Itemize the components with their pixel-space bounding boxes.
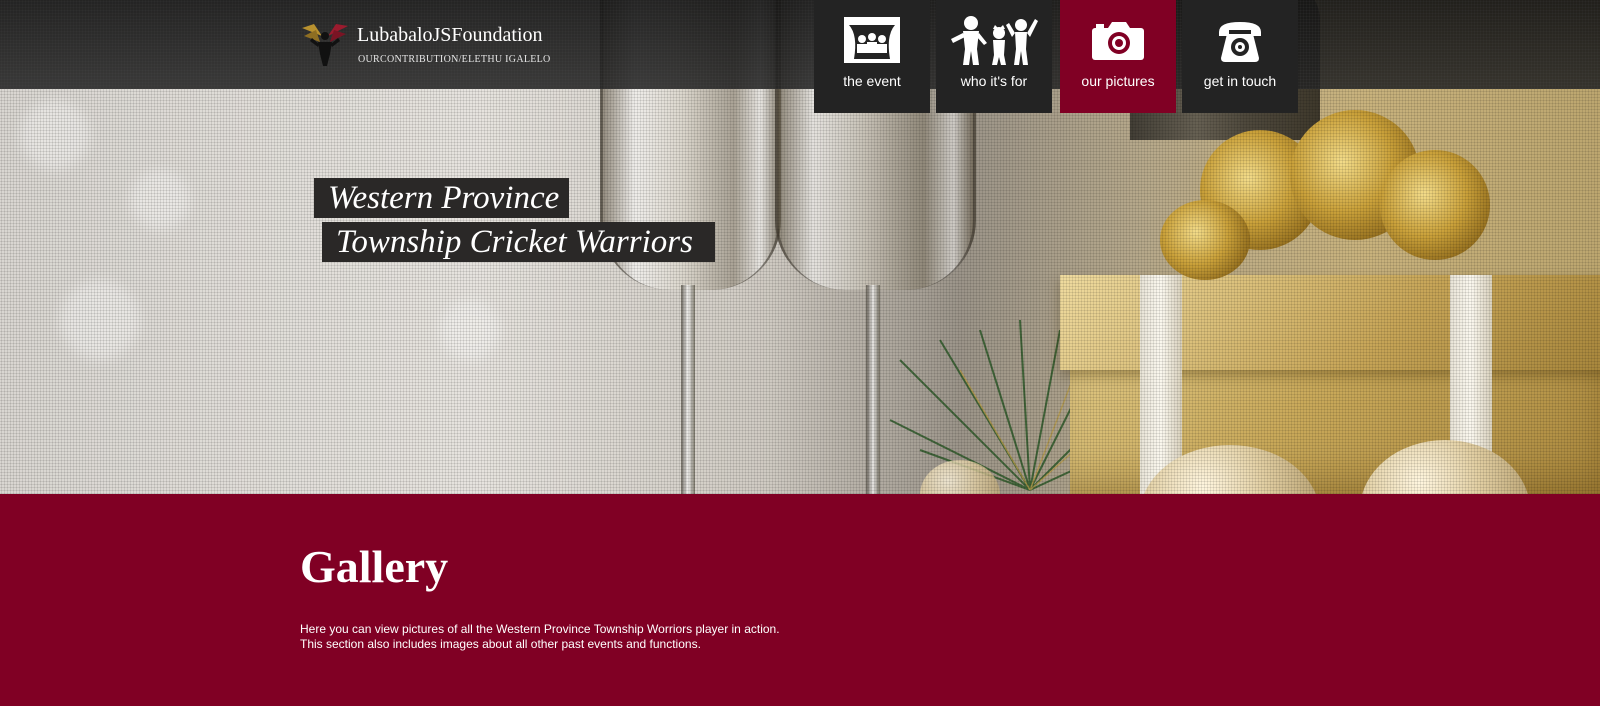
nav-label: our pictures <box>1081 73 1155 89</box>
hero-title-line-1: Western Province <box>314 178 570 218</box>
nav-item-who-its-for[interactable]: who it's for <box>936 0 1052 113</box>
nav-item-our-pictures[interactable]: our pictures <box>1060 0 1176 113</box>
brand-name: LubabaloJSFoundation <box>357 24 543 46</box>
nav-label: get in touch <box>1203 73 1277 89</box>
brand-tagline: OURCONTRIBUTION/ELETHU IGALELO <box>358 54 551 65</box>
gallery-description-line-2: This section also includes images about … <box>300 637 701 651</box>
nav-item-the-event[interactable]: the event <box>814 0 930 113</box>
foundation-logo-icon <box>302 24 348 66</box>
theater-audience-icon <box>844 17 900 63</box>
brand[interactable]: LubabaloJSFoundation OURCONTRIBUTION/ELE… <box>300 20 560 70</box>
nav-item-get-in-touch[interactable]: get in touch <box>1182 0 1298 113</box>
telephone-icon <box>1219 22 1261 62</box>
gallery-section: Gallery Here you can view pictures of al… <box>0 494 1600 706</box>
gallery-description-line-1: Here you can view pictures of all the We… <box>300 622 780 636</box>
nav-label: who it's for <box>960 73 1028 89</box>
nav-label: the event <box>843 73 901 89</box>
camera-icon <box>1092 22 1144 60</box>
hero-title-line-2: Township Cricket Warriors <box>322 222 715 262</box>
top-bar <box>0 0 1600 89</box>
gallery-description: Here you can view pictures of all the We… <box>300 622 780 652</box>
gallery-title: Gallery <box>300 541 449 592</box>
children-icon <box>951 16 1038 65</box>
